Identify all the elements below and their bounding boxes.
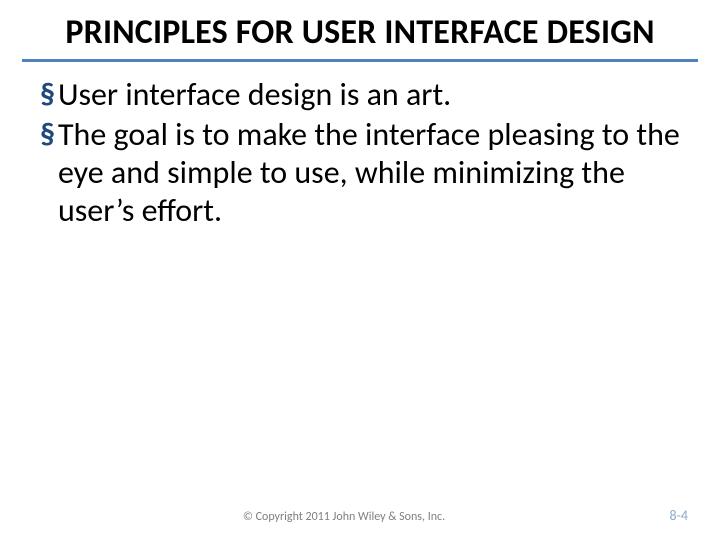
copyright-text: © Copyright 2011 John Wiley & Sons, Inc. [0, 510, 688, 524]
page-number: 8-4 [670, 507, 688, 524]
slide-body: § User interface design is an art. § The… [0, 72, 720, 229]
bullet-glyph-icon: § [40, 116, 55, 154]
slide-title: PRINCIPLES FOR USER INTERFACE DESIGN [0, 0, 720, 57]
bullet-glyph-icon: § [40, 76, 55, 114]
bullet-text: User interface design is an art. [58, 76, 680, 114]
slide: PRINCIPLES FOR USER INTERFACE DESIGN § U… [0, 0, 720, 540]
title-underline [22, 59, 698, 62]
slide-footer: © Copyright 2011 John Wiley & Sons, Inc.… [0, 510, 720, 524]
bullet-item: § User interface design is an art. [40, 76, 680, 114]
bullet-item: § The goal is to make the interface plea… [40, 116, 680, 229]
bullet-text: The goal is to make the interface pleasi… [58, 116, 680, 229]
